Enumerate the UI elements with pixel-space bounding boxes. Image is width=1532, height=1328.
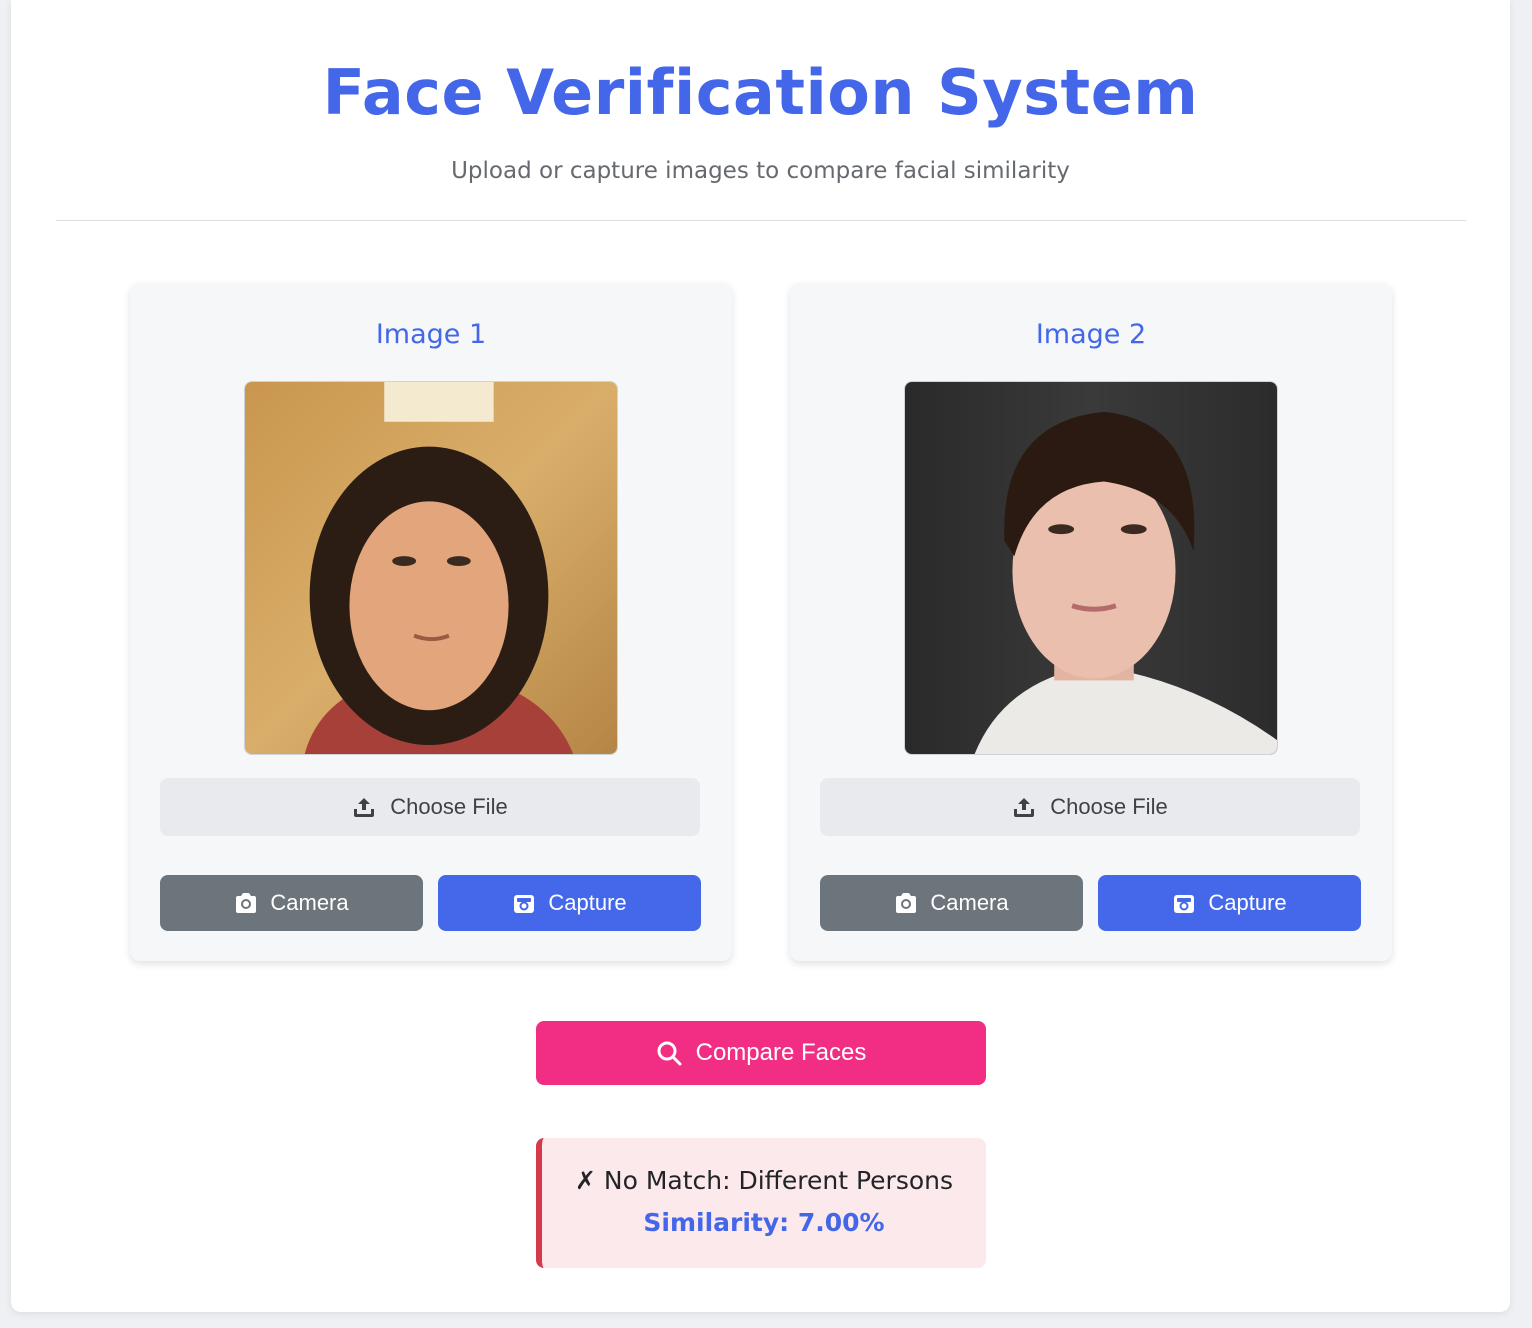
main-card: Face Verification System Upload or captu… bbox=[11, 0, 1510, 1312]
camera-label: Camera bbox=[930, 890, 1009, 915]
camera-label: Camera bbox=[270, 890, 349, 915]
capture-label: Capture bbox=[548, 890, 627, 915]
choose-file-label: Choose File bbox=[390, 794, 508, 819]
choose-file-label: Choose File bbox=[1050, 794, 1168, 819]
result-status: ✗ No Match: Different Persons bbox=[574, 1166, 954, 1195]
camera-button-1[interactable]: Camera bbox=[160, 875, 423, 931]
capture-icon bbox=[1172, 892, 1196, 914]
result-box: ✗ No Match: Different Persons Similarity… bbox=[536, 1138, 986, 1268]
upload-icon bbox=[352, 795, 376, 819]
page-title: Face Verification System bbox=[322, 56, 1199, 129]
image-2-preview bbox=[904, 381, 1278, 755]
choose-file-button-2[interactable]: Choose File bbox=[820, 778, 1360, 836]
choose-file-button-1[interactable]: Choose File bbox=[160, 778, 700, 836]
upload-icon bbox=[1012, 795, 1036, 819]
image-1-preview bbox=[244, 381, 618, 755]
image-1-title: Image 1 bbox=[375, 319, 487, 350]
divider bbox=[56, 220, 1466, 221]
compare-faces-label: Compare Faces bbox=[695, 1039, 867, 1066]
capture-icon bbox=[512, 892, 536, 914]
image-panel-2: Image 2 Choose File Camera Capture bbox=[790, 283, 1392, 961]
image-panel-1: Image 1 Choose File Camera Capture bbox=[130, 283, 732, 961]
camera-icon bbox=[894, 892, 918, 914]
compare-faces-button[interactable]: Compare Faces bbox=[536, 1021, 986, 1085]
capture-button-1[interactable]: Capture bbox=[438, 875, 701, 931]
camera-button-2[interactable]: Camera bbox=[820, 875, 1083, 931]
capture-label: Capture bbox=[1208, 890, 1287, 915]
page-subtitle: Upload or capture images to compare faci… bbox=[451, 158, 1070, 184]
image-2-title: Image 2 bbox=[1035, 319, 1147, 350]
similarity-score: Similarity: 7.00% bbox=[643, 1208, 885, 1237]
capture-button-2[interactable]: Capture bbox=[1098, 875, 1361, 931]
search-icon bbox=[656, 1040, 682, 1066]
camera-icon bbox=[234, 892, 258, 914]
